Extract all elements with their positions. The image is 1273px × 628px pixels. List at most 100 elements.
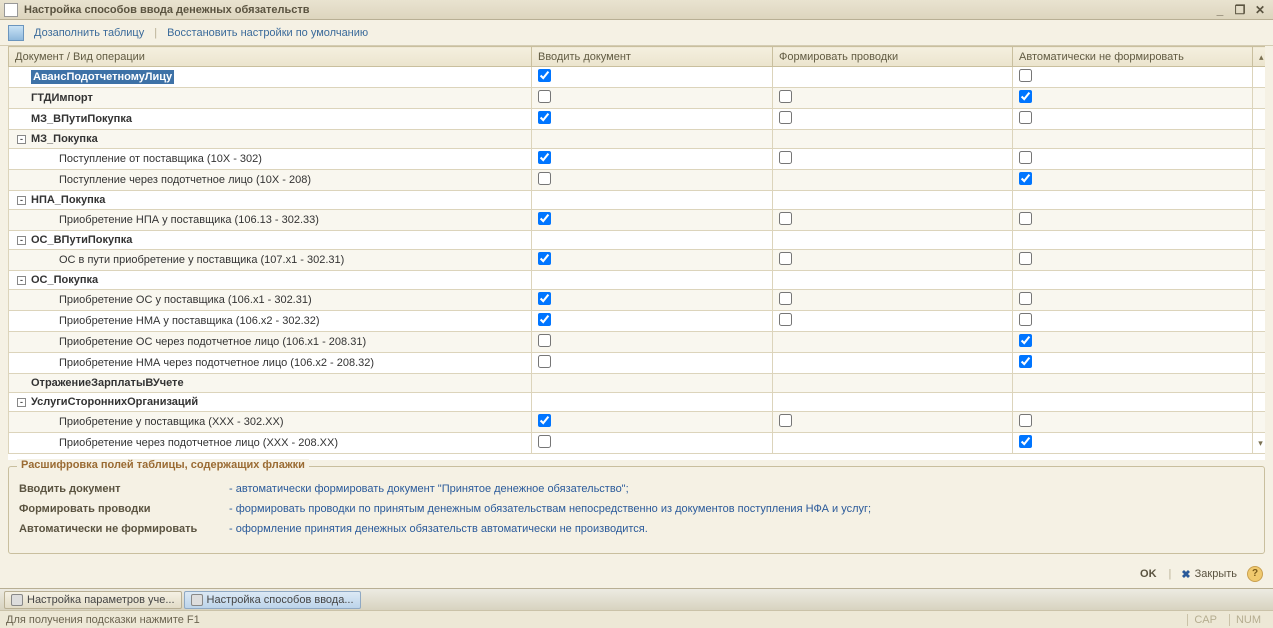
table-row[interactable]: Приобретение ОС у поставщика (106.x1 - 3…	[9, 290, 1266, 311]
close-window-button[interactable]: ✕	[1251, 3, 1269, 17]
scrollbar-track[interactable]	[1253, 67, 1266, 88]
reset-defaults-button[interactable]: Восстановить настройки по умолчанию	[161, 27, 374, 39]
col-input-doc-header[interactable]: Вводить документ	[532, 47, 773, 67]
table-row[interactable]: Поступление от поставщика (10X - 302)	[9, 149, 1266, 170]
checkbox-c3[interactable]	[1019, 292, 1032, 305]
scrollbar-track[interactable]	[1253, 170, 1266, 191]
checkbox-c3[interactable]	[1019, 172, 1032, 185]
table-row[interactable]: Поступление через подотчетное лицо (10X …	[9, 170, 1266, 191]
help-icon[interactable]: ?	[1247, 566, 1263, 582]
close-button[interactable]: ✖ Закрыть	[1175, 566, 1243, 583]
checkbox-c1[interactable]	[538, 435, 551, 448]
checkbox-c1[interactable]	[538, 292, 551, 305]
table-row[interactable]: Приобретение НМА через подотчетное лицо …	[9, 353, 1266, 374]
checkbox-c1[interactable]	[538, 172, 551, 185]
checkbox-c3[interactable]	[1019, 111, 1032, 124]
expand-toggle[interactable]: -	[17, 276, 26, 285]
checkbox-c2[interactable]	[779, 252, 792, 265]
fill-table-button[interactable]: Дозаполнить таблицу	[28, 27, 150, 39]
checkbox-c2[interactable]	[779, 111, 792, 124]
row-label: Поступление через подотчетное лицо (10X …	[9, 170, 532, 191]
restore-button[interactable]: ❐	[1231, 3, 1249, 17]
col-doc-header[interactable]: Документ / Вид операции	[9, 47, 532, 67]
scrollbar-track[interactable]	[1253, 290, 1266, 311]
expand-toggle[interactable]: -	[17, 135, 26, 144]
table-row[interactable]: Приобретение ОС через подотчетное лицо (…	[9, 332, 1266, 353]
row-label: ОС_ВПутиПокупка	[31, 234, 132, 246]
checkbox-c2[interactable]	[779, 414, 792, 427]
scrollbar-track[interactable]	[1253, 393, 1266, 412]
checkbox-c3[interactable]	[1019, 212, 1032, 225]
expand-toggle[interactable]: -	[17, 398, 26, 407]
checkbox-c1[interactable]	[538, 90, 551, 103]
checkbox-c2[interactable]	[779, 292, 792, 305]
checkbox-c3[interactable]	[1019, 90, 1032, 103]
checkbox-c3[interactable]	[1019, 313, 1032, 326]
checkbox-c2[interactable]	[779, 90, 792, 103]
checkbox-c1[interactable]	[538, 111, 551, 124]
checkbox-c3[interactable]	[1019, 414, 1032, 427]
legend-r2-desc: - формировать проводки по принятым денеж…	[229, 503, 871, 515]
scrollbar-track[interactable]	[1253, 109, 1266, 130]
row-label: НПА_Покупка	[31, 194, 105, 206]
table-row[interactable]: -МЗ_Покупка	[9, 130, 1266, 149]
checkbox-c2[interactable]	[779, 151, 792, 164]
checkbox-c1[interactable]	[538, 313, 551, 326]
table-row[interactable]: -ОС_ВПутиПокупка	[9, 231, 1266, 250]
checkbox-c2[interactable]	[779, 313, 792, 326]
minimize-button[interactable]: _	[1211, 3, 1229, 17]
checkbox-c1[interactable]	[538, 252, 551, 265]
ok-button[interactable]: OK	[1132, 566, 1165, 582]
table-row[interactable]: -УслугиСтороннихОрганизаций	[9, 393, 1266, 412]
scrollbar-up[interactable]: ▴	[1253, 47, 1266, 67]
table-row[interactable]: Приобретение у поставщика (XXX - 302.XX)	[9, 412, 1266, 433]
taskbar-item-params[interactable]: Настройка параметров уче...	[4, 591, 182, 609]
table-row[interactable]: Приобретение НМА у поставщика (106.x2 - …	[9, 311, 1266, 332]
table-row[interactable]: Приобретение через подотчетное лицо (XXX…	[9, 433, 1266, 454]
checkbox-c1[interactable]	[538, 414, 551, 427]
table-row[interactable]: ОС в пути приобретение у поставщика (107…	[9, 250, 1266, 271]
table-row[interactable]: ОтражениеЗарплатыВУчете	[9, 374, 1266, 393]
scrollbar-track[interactable]	[1253, 412, 1266, 433]
table-row[interactable]: ГТДИмпорт	[9, 88, 1266, 109]
checkbox-c1[interactable]	[538, 69, 551, 82]
scrollbar-track[interactable]	[1253, 88, 1266, 109]
scrollbar-track[interactable]	[1253, 353, 1266, 374]
scrollbar-track[interactable]	[1253, 130, 1266, 149]
checkbox-c1[interactable]	[538, 355, 551, 368]
scrollbar-track[interactable]	[1253, 191, 1266, 210]
scrollbar-track[interactable]	[1253, 311, 1266, 332]
table-row[interactable]: -ОС_Покупка	[9, 271, 1266, 290]
statusbar: Для получения подсказки нажмите F1 CAP N…	[0, 610, 1273, 628]
scrollbar-track[interactable]	[1253, 231, 1266, 250]
scrollbar-down[interactable]: ▾	[1253, 433, 1266, 454]
scrollbar-track[interactable]	[1253, 149, 1266, 170]
scrollbar-track[interactable]	[1253, 250, 1266, 271]
checkbox-c3[interactable]	[1019, 334, 1032, 347]
checkbox-c1[interactable]	[538, 151, 551, 164]
checkbox-c3[interactable]	[1019, 252, 1032, 265]
col-auto-none-header[interactable]: Автоматически не формировать	[1013, 47, 1253, 67]
checkbox-c3[interactable]	[1019, 151, 1032, 164]
settings-grid[interactable]: Документ / Вид операции Вводить документ…	[8, 46, 1265, 454]
table-row[interactable]: Приобретение НПА у поставщика (106.13 - …	[9, 210, 1266, 231]
checkbox-c3[interactable]	[1019, 355, 1032, 368]
checkbox-c1[interactable]	[538, 334, 551, 347]
checkbox-c3[interactable]	[1019, 435, 1032, 448]
checkbox-c1[interactable]	[538, 212, 551, 225]
legend-title: Расшифровка полей таблицы, содержащих фл…	[17, 459, 309, 471]
col-form-entries-header[interactable]: Формировать проводки	[773, 47, 1013, 67]
taskbar-item-methods[interactable]: Настройка способов ввода...	[184, 591, 361, 609]
toolbar-icon[interactable]	[8, 25, 24, 41]
scrollbar-track[interactable]	[1253, 332, 1266, 353]
table-row[interactable]: -НПА_Покупка	[9, 191, 1266, 210]
table-row[interactable]: АвансПодотчетномуЛицу	[9, 67, 1266, 88]
checkbox-c3[interactable]	[1019, 69, 1032, 82]
checkbox-c2[interactable]	[779, 212, 792, 225]
scrollbar-track[interactable]	[1253, 271, 1266, 290]
scrollbar-track[interactable]	[1253, 210, 1266, 231]
table-row[interactable]: МЗ_ВПутиПокупка	[9, 109, 1266, 130]
scrollbar-track[interactable]	[1253, 374, 1266, 393]
expand-toggle[interactable]: -	[17, 196, 26, 205]
expand-toggle[interactable]: -	[17, 236, 26, 245]
